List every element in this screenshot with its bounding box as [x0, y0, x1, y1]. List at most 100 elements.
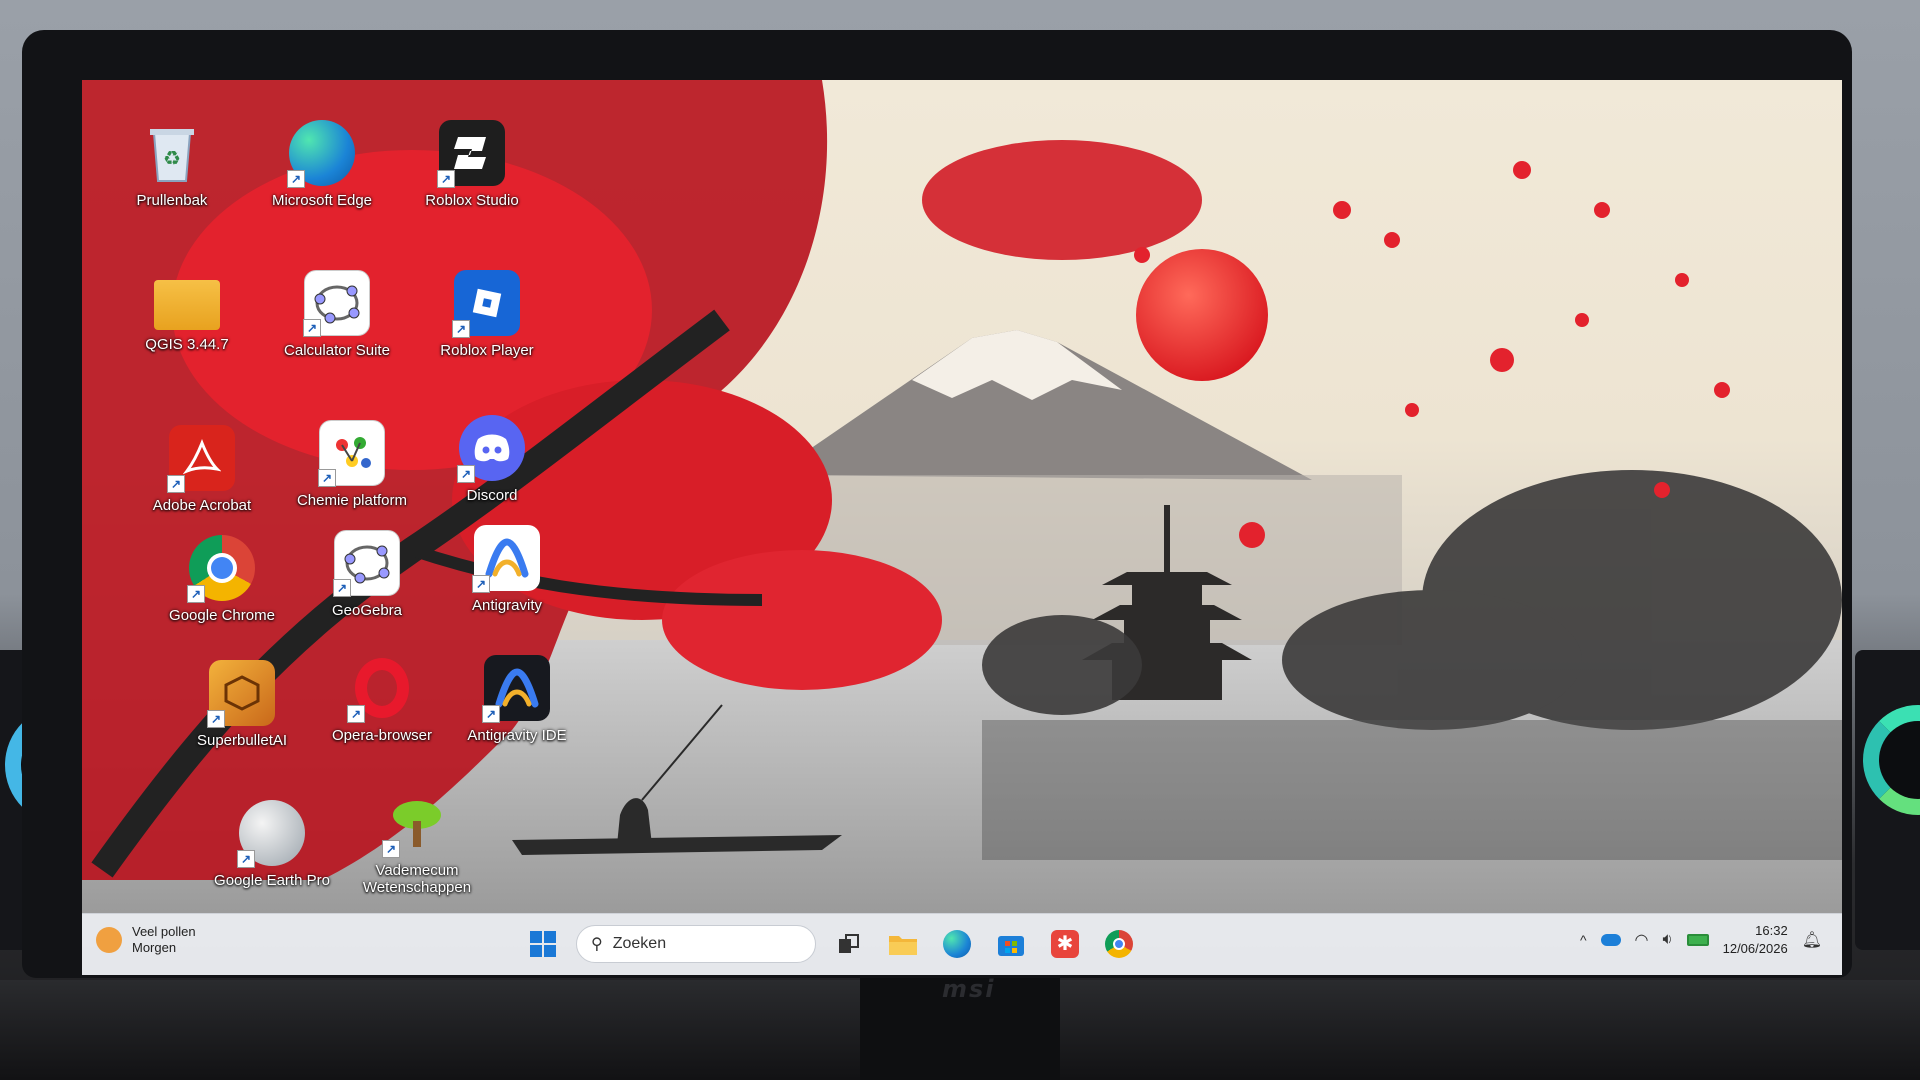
icon-label: Antigravity	[471, 597, 543, 614]
desktop-icon-geogebra[interactable]: ↗ GeoGebra	[292, 530, 442, 619]
shortcut-arrow-icon: ↗	[167, 475, 185, 493]
chrome-taskbar-button[interactable]	[1098, 923, 1140, 965]
edge-taskbar-button[interactable]	[936, 923, 978, 965]
desktop-icons: ♻ Prullenbak ↗ Microsoft Edge ↗ Roblox S…	[82, 80, 1842, 975]
roblox-player-icon: ↗	[452, 270, 520, 338]
desktop-icon-discord[interactable]: ↗ Discord	[417, 415, 567, 504]
desktop-icon-roblox-studio[interactable]: ↗ Roblox Studio	[397, 120, 547, 209]
tray-overflow-chevron-icon[interactable]: ^	[1580, 932, 1587, 948]
shortcut-arrow-icon: ↗	[237, 850, 255, 868]
qgis-folder-icon	[154, 280, 220, 330]
shortcut-arrow-icon: ↗	[287, 170, 305, 188]
desktop-icon-opera-browser[interactable]: ↗ Opera-browser	[307, 655, 457, 744]
shortcut-arrow-icon: ↗	[187, 585, 205, 603]
chrome-icon: ↗	[187, 535, 255, 603]
start-button[interactable]	[522, 923, 564, 965]
shortcut-arrow-icon: ↗	[482, 705, 500, 723]
icon-label: Discord	[466, 487, 518, 504]
snipping-tool-button[interactable]: ✱	[1044, 923, 1086, 965]
svg-text:♻: ♻	[163, 146, 181, 170]
chemie-platform-icon: ↗	[318, 420, 385, 487]
task-view-button[interactable]	[828, 923, 870, 965]
icon-label: Google Earth Pro	[214, 872, 330, 889]
desktop-icon-roblox-player[interactable]: ↗ Roblox Player	[412, 270, 562, 359]
icon-label: Vademecum Wetenschappen	[362, 862, 472, 897]
task-view-icon	[839, 934, 859, 953]
icon-label: Chemie platform	[296, 492, 408, 509]
vademecum-icon: ↗	[382, 790, 450, 858]
battery-charging-icon[interactable]	[1686, 933, 1709, 946]
rgb-fan-ring	[1863, 705, 1920, 815]
desktop-icon-antigravity-ide[interactable]: ↗ Antigravity IDE	[442, 655, 592, 744]
shortcut-arrow-icon: ↗	[472, 575, 490, 593]
right-speaker	[1855, 650, 1920, 950]
shortcut-arrow-icon: ↗	[457, 465, 475, 483]
search-placeholder: Zoeken	[612, 935, 667, 952]
geogebra-icon: ↗	[333, 530, 400, 597]
roblox-studio-icon: ↗	[437, 120, 505, 188]
shortcut-arrow-icon: ↗	[303, 319, 321, 337]
snipping-tool-icon: ✱	[1051, 930, 1079, 958]
icon-label: QGIS 3.44.7	[145, 336, 229, 353]
opera-icon: ↗	[347, 655, 415, 723]
desktop-icon-antigravity[interactable]: ↗ Antigravity	[432, 525, 582, 614]
icon-label: Roblox Studio	[425, 192, 519, 209]
search-icon: ⚲	[591, 936, 603, 953]
onedrive-cloud-icon[interactable]	[1600, 933, 1621, 946]
shortcut-arrow-icon: ↗	[207, 710, 225, 728]
desktop-icon-qgis[interactable]: QGIS 3.44.7	[112, 270, 262, 353]
icon-label: Adobe Acrobat	[152, 497, 252, 514]
taskbar-center: ⚲ Zoeken ✱	[522, 923, 1140, 965]
icon-label: Opera-browser	[331, 727, 433, 744]
recycle-bin-icon: ♻	[139, 120, 205, 186]
icon-label: Google Chrome	[169, 607, 275, 624]
shortcut-arrow-icon: ↗	[452, 320, 470, 338]
shortcut-arrow-icon: ↗	[382, 840, 400, 858]
system-tray: ^ ◠ 🔉︎ 16:32 12/06/2026 🔔︎	[1580, 922, 1822, 957]
file-explorer-button[interactable]	[882, 923, 924, 965]
notification-bell-icon[interactable]: 🔔︎	[1802, 930, 1822, 950]
shortcut-arrow-icon: ↗	[347, 705, 365, 723]
clock-time: 16:32	[1755, 923, 1788, 938]
antigravity-icon: ↗	[472, 525, 540, 593]
desktop-icon-prullenbak[interactable]: ♻ Prullenbak	[97, 120, 247, 209]
weather-line2: Morgen	[132, 940, 177, 956]
desktop-icon-google-earth-pro[interactable]: ↗ Google Earth Pro	[197, 800, 347, 889]
weather-line1: Veel pollen	[132, 924, 196, 939]
icon-label: Calculator Suite	[284, 342, 390, 359]
edge-icon	[943, 930, 971, 958]
icon-label: GeoGebra	[331, 602, 403, 619]
monitor-brand: msi	[942, 975, 996, 1003]
icon-label: Microsoft Edge	[271, 192, 373, 209]
desktop-icon-adobe-acrobat[interactable]: ↗ Adobe Acrobat	[127, 425, 277, 514]
wifi-icon[interactable]: ◠	[1635, 930, 1649, 950]
volume-icon[interactable]: 🔉︎	[1663, 931, 1673, 949]
superbullet-icon: ↗	[207, 660, 275, 728]
desktop-icon-google-chrome[interactable]: ↗ Google Chrome	[147, 535, 297, 624]
desktop-screen: ♻ Prullenbak ↗ Microsoft Edge ↗ Roblox S…	[82, 80, 1842, 975]
search-box[interactable]: ⚲ Zoeken	[576, 925, 816, 963]
icon-label: SuperbulletAI	[196, 732, 288, 749]
icon-label: Roblox Player	[440, 342, 534, 359]
adobe-acrobat-icon: ↗	[167, 425, 235, 493]
google-earth-icon: ↗	[237, 800, 305, 868]
clock[interactable]: 16:32 12/06/2026	[1723, 922, 1788, 957]
shortcut-arrow-icon: ↗	[437, 170, 455, 188]
icon-label: Prullenbak	[136, 192, 208, 209]
shortcut-arrow-icon: ↗	[333, 579, 351, 597]
desktop-icon-microsoft-edge[interactable]: ↗ Microsoft Edge	[247, 120, 397, 209]
taskbar: Veel pollen Morgen ⚲ Zoeken ✱ ^ ◠ 🔉︎ 16:…	[82, 913, 1842, 975]
desktop-icon-superbulletai[interactable]: ↗ SuperbulletAI	[167, 660, 317, 749]
discord-icon: ↗	[457, 415, 525, 483]
file-explorer-icon	[889, 936, 917, 955]
desktop-icon-chemie-platform[interactable]: ↗ Chemie platform	[277, 420, 427, 509]
microsoft-store-button[interactable]	[990, 923, 1032, 965]
clock-date: 12/06/2026	[1722, 940, 1788, 956]
desktop-icon-calculator-suite[interactable]: ↗ Calculator Suite	[262, 270, 412, 359]
desktop-icon-vademecum[interactable]: ↗ Vademecum Wetenschappen	[342, 790, 492, 897]
edge-icon: ↗	[287, 120, 355, 188]
geogebra-calculator-icon: ↗	[303, 270, 370, 337]
weather-widget[interactable]: Veel pollen Morgen	[96, 924, 196, 957]
antigravity-ide-icon: ↗	[482, 655, 550, 723]
icon-label: Antigravity IDE	[467, 727, 567, 744]
